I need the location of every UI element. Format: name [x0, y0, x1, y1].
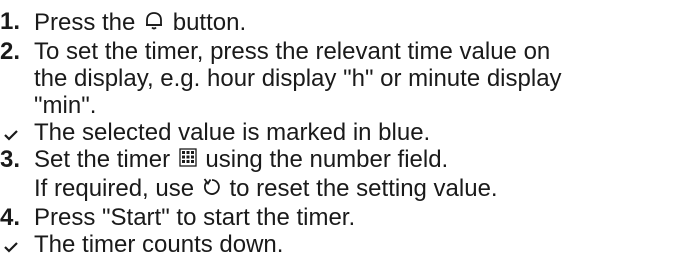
step-text-line: the display, e.g. hour display "h" or mi… — [34, 65, 562, 92]
step-text-line: "min". — [34, 92, 97, 119]
step-2: 2. To set the timer, press the relevant … — [0, 38, 676, 119]
step-text-line: To set the timer, press the relevant tim… — [34, 38, 551, 65]
result-2: The timer counts down. — [0, 231, 676, 258]
step-number: 1. — [0, 8, 21, 35]
result-1: The selected value is marked in blue. — [0, 119, 676, 146]
step-3: 3. Set the timer using the number field.… — [0, 146, 676, 204]
keypad-icon — [177, 147, 199, 175]
step-1: 1. Press the button. — [0, 8, 676, 38]
step-text-after: to reset the setting value. — [229, 175, 498, 202]
checkmark-icon — [1, 231, 25, 258]
step-text-before: Press the — [34, 9, 136, 36]
instruction-list: 1. Press the button. 2. To set the timer… — [0, 0, 676, 258]
bell-icon — [142, 8, 166, 38]
step-4: 4. Press "Start" to start the timer. — [0, 204, 676, 231]
result-text: The timer counts down. — [34, 231, 284, 258]
partial-top-line — [0, 0, 676, 8]
step-number: 2. — [0, 38, 21, 65]
step-number: 3. — [0, 146, 21, 173]
step-text-before: Set the timer — [34, 146, 171, 173]
checkmark-icon — [1, 119, 25, 146]
result-text: The selected value is marked in blue. — [34, 119, 431, 146]
step-number: 4. — [0, 204, 21, 231]
step-text-before: If required, use — [34, 175, 195, 202]
step-text-line-2: If required, use to reset the setting va… — [34, 175, 676, 204]
reset-icon — [201, 176, 223, 204]
step-text-after: using the number field. — [205, 146, 449, 173]
step-text: Press "Start" to start the timer. — [34, 204, 356, 231]
step-text-after: button. — [172, 9, 247, 36]
